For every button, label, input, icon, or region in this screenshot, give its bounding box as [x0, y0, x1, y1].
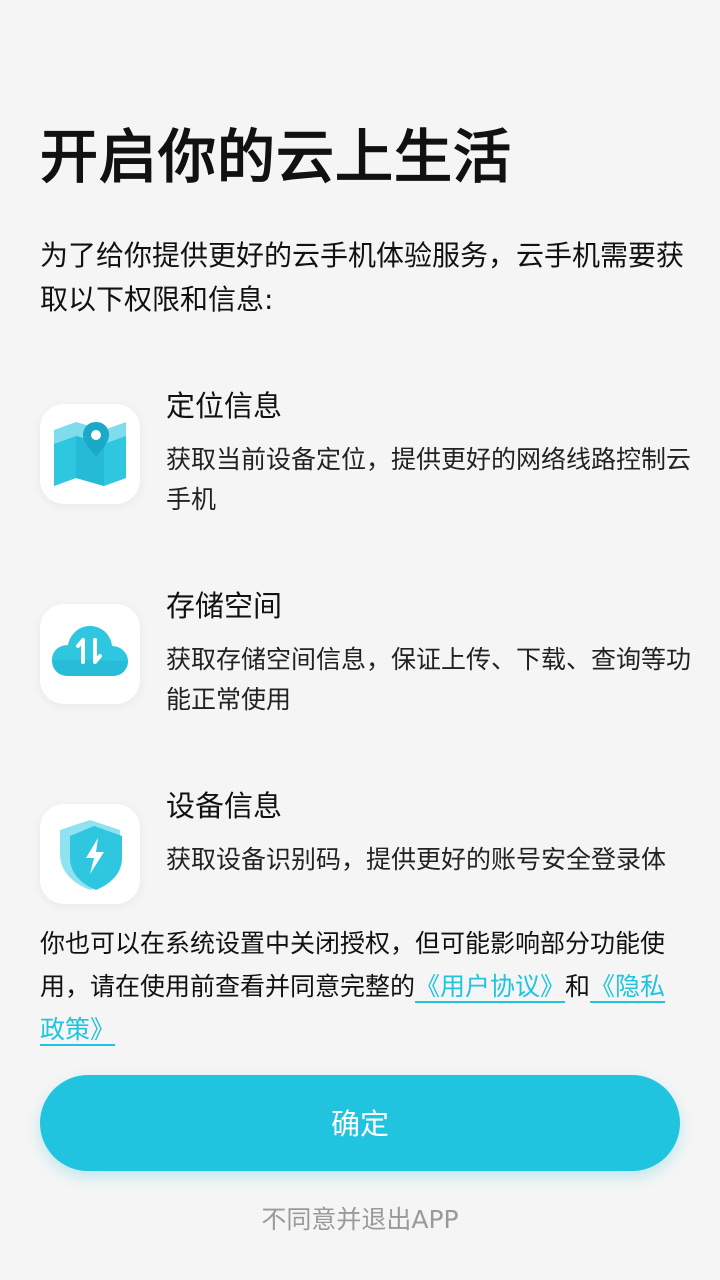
permission-title: 设备信息: [166, 789, 283, 823]
storage-icon-card: [40, 604, 140, 704]
permission-description: 获取存储空间信息，保证上传、下载、查询等功能正常使用: [166, 645, 692, 714]
cloud-transfer-icon: [52, 626, 128, 676]
decline-exit-link[interactable]: 不同意并退出APP: [0, 1200, 720, 1240]
user-agreement-link[interactable]: 《用户协议》: [415, 972, 565, 1001]
location-icon-card: [40, 404, 140, 504]
map-pin-icon: [54, 422, 126, 486]
permission-item-storage: 存储空间 获取存储空间信息，保证上传、下载、查询等功能正常使用: [40, 586, 700, 746]
notice-conjunction: 和: [565, 972, 591, 1001]
permission-description: 获取设备识别码，提供更好的账号安全登录体: [166, 845, 667, 874]
authorization-notice: 你也可以在系统设置中关闭授权，但可能影响部分功能使用，请在使用前查看并同意完整的…: [40, 922, 680, 1051]
device-icon-card: [40, 804, 140, 904]
permission-title: 定位信息: [166, 389, 283, 423]
shield-bolt-icon: [60, 820, 122, 890]
permission-item-location: 定位信息 获取当前设备定位，提供更好的网络线路控制云手机: [40, 386, 700, 546]
confirm-button[interactable]: 确定: [40, 1075, 680, 1171]
permission-description: 获取当前设备定位，提供更好的网络线路控制云手机: [166, 445, 692, 514]
intro-text: 为了给你提供更好的云手机体验服务，云手机需要获取以下权限和信息:: [40, 239, 685, 316]
permission-title: 存储空间: [166, 589, 283, 623]
page-title: 开启你的云上生活: [40, 123, 513, 191]
